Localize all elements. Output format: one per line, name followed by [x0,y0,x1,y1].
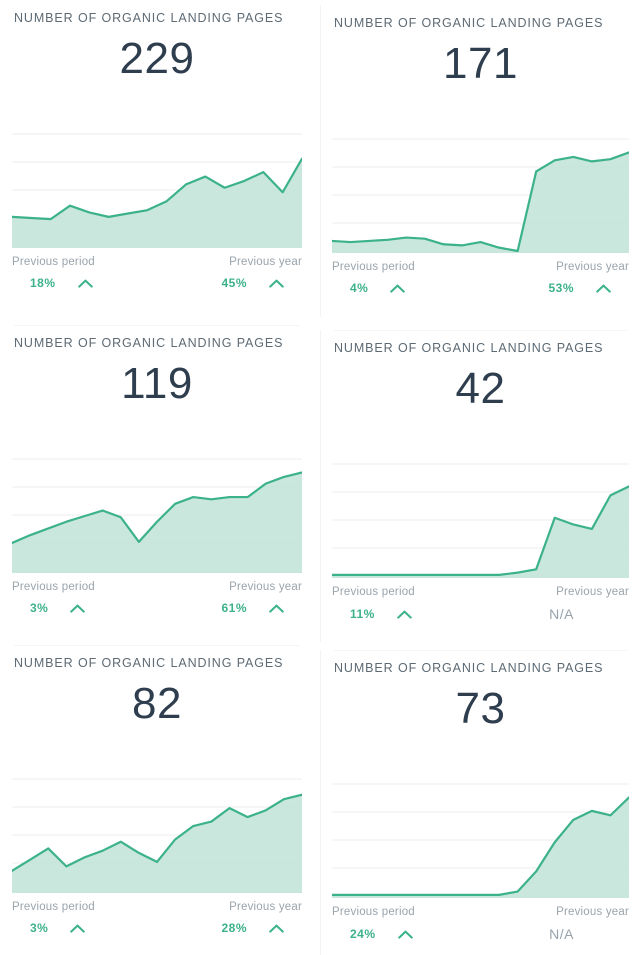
card-footer: Previous period Previous year 11% N/A [332,586,629,622]
previous-period-pct: 4% [350,281,369,295]
footer-label-row: Previous period Previous year [12,901,302,913]
metric-card[interactable]: NUMBER OF ORGANIC LANDING PAGES 171 Prev… [320,5,641,317]
chevron-up-icon [269,279,284,288]
previous-year-label: Previous year [556,906,629,918]
previous-period-pct: 11% [350,607,375,621]
chevron-up-icon [390,284,406,293]
sparkline-area-chart [12,455,302,573]
chevron-up-icon [70,604,86,613]
previous-period-pct: 18% [30,276,56,290]
footer-label-row: Previous period Previous year [12,581,302,593]
previous-year-group: 45% [221,276,284,290]
previous-period-group: 24% [350,926,413,942]
footer-value-row: 11% N/A [332,606,629,622]
previous-period-pct: 3% [30,601,49,615]
previous-year-pct: 28% [221,921,247,935]
sparkline-area-chart [12,130,302,248]
previous-year-group: 53% [548,281,611,295]
card-title: NUMBER OF ORGANIC LANDING PAGES [14,656,284,670]
previous-period-label: Previous period [332,586,415,598]
previous-period-group: 4% [350,281,406,295]
previous-period-label: Previous period [12,256,95,268]
previous-year-label: Previous year [229,256,302,268]
previous-period-pct: 3% [30,921,49,935]
footer-label-row: Previous period Previous year [332,261,629,273]
card-footer: Previous period Previous year 3% 28% [12,901,302,935]
footer-value-row: 4% 53% [332,281,629,295]
sparkline-area-chart [332,135,629,253]
footer-value-row: 3% 28% [12,921,302,935]
previous-year-group: N/A [549,926,611,942]
metric-card[interactable]: NUMBER OF ORGANIC LANDING PAGES 42 Previ… [320,330,641,642]
card-title: NUMBER OF ORGANIC LANDING PAGES [14,11,284,25]
previous-year-pct: N/A [549,926,574,942]
card-value: 119 [121,359,193,408]
metric-card[interactable]: NUMBER OF ORGANIC LANDING PAGES 119 Prev… [0,325,314,637]
footer-value-row: 24% N/A [332,926,629,942]
card-value: 229 [119,34,195,83]
sparkline-area-chart [12,775,302,893]
previous-year-pct: 45% [221,276,247,290]
previous-year-label: Previous year [556,261,629,273]
previous-year-pct: 61% [221,601,247,615]
card-value: 82 [132,679,182,728]
chevron-up-icon [397,610,412,619]
previous-period-group: 3% [30,601,86,615]
previous-year-label: Previous year [229,901,302,913]
card-footer: Previous period Previous year 24% N/A [332,906,629,942]
previous-period-label: Previous period [332,906,415,918]
previous-period-label: Previous period [332,261,415,273]
previous-year-pct: N/A [549,606,574,622]
chevron-up-icon [77,279,93,288]
previous-period-label: Previous period [12,581,95,593]
previous-period-group: 18% [30,276,93,290]
chevron-up-icon [269,924,284,933]
chevron-up-icon [269,604,284,613]
previous-period-group: 11% [350,606,412,622]
previous-year-group: 61% [221,601,284,615]
previous-year-group: N/A [549,606,611,622]
footer-value-row: 18% 45% [12,276,302,290]
footer-label-row: Previous period Previous year [332,906,629,918]
chevron-up-icon [397,930,413,939]
metric-card[interactable]: NUMBER OF ORGANIC LANDING PAGES 73 Previ… [320,650,641,955]
card-title: NUMBER OF ORGANIC LANDING PAGES [334,341,604,355]
footer-label-row: Previous period Previous year [12,256,302,268]
card-title: NUMBER OF ORGANIC LANDING PAGES [334,661,604,675]
previous-year-label: Previous year [556,586,629,598]
sparkline-area-chart [332,460,629,578]
card-footer: Previous period Previous year 4% 53% [332,261,629,295]
card-title: NUMBER OF ORGANIC LANDING PAGES [14,336,284,350]
previous-year-pct: 53% [548,281,574,295]
chevron-up-icon [70,924,86,933]
card-title: NUMBER OF ORGANIC LANDING PAGES [334,16,604,30]
previous-year-group: 28% [221,921,284,935]
previous-year-label: Previous year [229,581,302,593]
dashboard-grid: NUMBER OF ORGANIC LANDING PAGES 229 Prev… [0,0,641,955]
card-value: 73 [455,684,506,733]
previous-period-pct: 24% [350,927,376,941]
sparkline-area-chart [332,780,629,898]
card-footer: Previous period Previous year 18% 45% [12,256,302,290]
card-value: 171 [443,39,518,88]
card-footer: Previous period Previous year 3% 61% [12,581,302,615]
footer-value-row: 3% 61% [12,601,302,615]
metric-card[interactable]: NUMBER OF ORGANIC LANDING PAGES 82 Previ… [0,645,314,955]
metric-card[interactable]: NUMBER OF ORGANIC LANDING PAGES 229 Prev… [0,0,314,312]
chevron-up-icon [596,284,611,293]
previous-period-group: 3% [30,921,86,935]
footer-label-row: Previous period Previous year [332,586,629,598]
previous-period-label: Previous period [12,901,95,913]
card-value: 42 [455,364,506,413]
